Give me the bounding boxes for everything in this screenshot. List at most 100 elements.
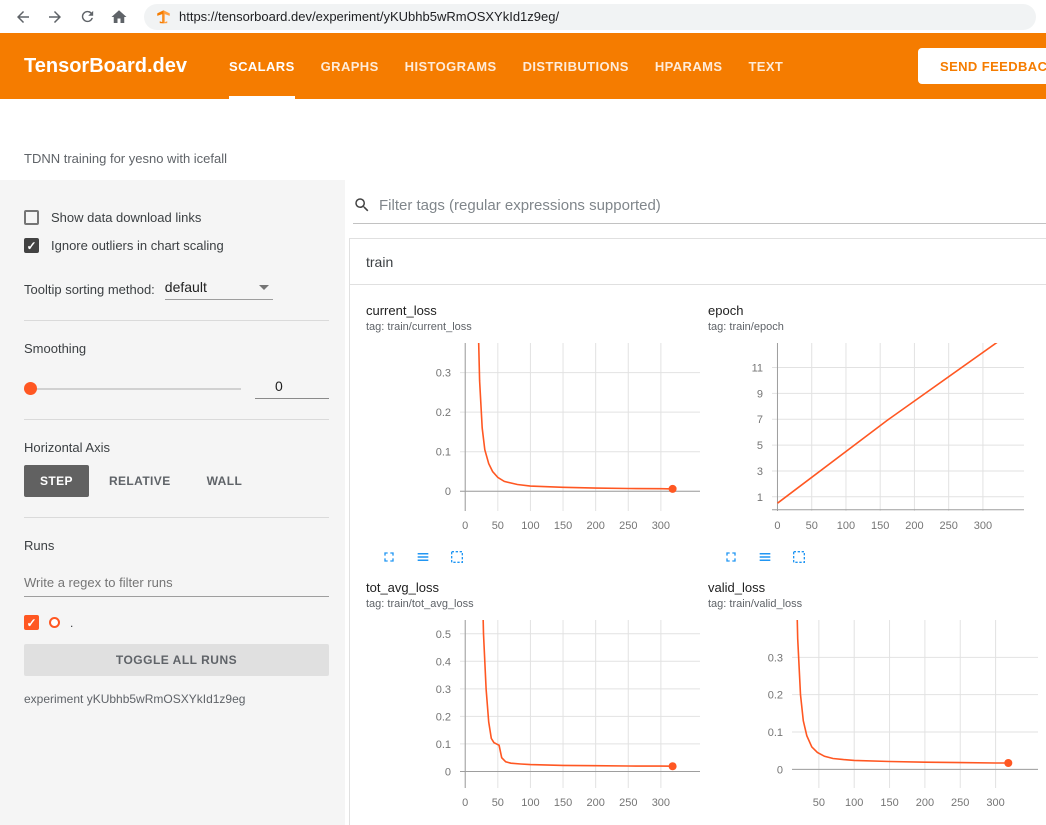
divider xyxy=(24,517,329,518)
svg-text:300: 300 xyxy=(974,520,992,532)
train-section-card: train current_losstag: train/current_los… xyxy=(349,238,1046,825)
svg-text:100: 100 xyxy=(845,797,863,809)
smoothing-label: Smoothing xyxy=(24,341,329,356)
line-chart[interactable]: 5010015020025030000.10.20.3 xyxy=(708,616,1046,814)
fit-domain-icon[interactable] xyxy=(448,548,466,566)
line-chart[interactable]: 05010015020025030000.10.20.3 xyxy=(366,339,706,537)
charts-grid: current_losstag: train/current_loss05010… xyxy=(350,285,1046,825)
svg-text:0.2: 0.2 xyxy=(436,711,451,723)
chart-actions xyxy=(708,548,1046,566)
reload-icon[interactable] xyxy=(74,4,100,30)
svg-text:0.3: 0.3 xyxy=(768,652,783,664)
svg-text:0: 0 xyxy=(774,520,780,532)
smoothing-slider[interactable] xyxy=(24,382,241,396)
tensorboard-header: TensorBoard.dev SCALARSGRAPHSHISTOGRAMSD… xyxy=(0,33,1046,99)
axis-button-step[interactable]: STEP xyxy=(24,465,89,497)
url-text: https://tensorboard.dev/experiment/yKUbh… xyxy=(179,9,559,24)
svg-text:50: 50 xyxy=(492,797,504,809)
show-download-links-checkbox[interactable]: Show data download links xyxy=(24,210,329,225)
svg-text:150: 150 xyxy=(871,520,889,532)
tab-graphs[interactable]: GRAPHS xyxy=(321,33,379,99)
tooltip-sorting-dropdown[interactable]: default xyxy=(165,279,273,300)
chart-title: current_loss xyxy=(366,303,708,318)
svg-text:100: 100 xyxy=(521,797,539,809)
run-selector-icon[interactable] xyxy=(414,548,432,566)
chart-card-epoch: epochtag: train/epoch0501001502002503001… xyxy=(708,303,1046,566)
run-checkbox-checked-icon[interactable] xyxy=(24,615,39,630)
tab-scalars[interactable]: SCALARS xyxy=(229,33,295,99)
back-icon[interactable] xyxy=(10,4,36,30)
chart-card-current_loss: current_losstag: train/current_loss05010… xyxy=(366,303,708,566)
runs-filter-input[interactable] xyxy=(24,569,329,597)
tensorboard-favicon-icon xyxy=(156,9,171,24)
chart-card-tot_avg_loss: tot_avg_losstag: train/tot_avg_loss05010… xyxy=(366,580,708,825)
svg-text:200: 200 xyxy=(905,520,923,532)
svg-text:7: 7 xyxy=(757,414,763,426)
svg-text:0.3: 0.3 xyxy=(436,368,451,380)
dropdown-value: default xyxy=(165,279,207,295)
line-chart[interactable]: 0501001502002503001357911 xyxy=(708,339,1046,537)
tab-text[interactable]: TEXT xyxy=(748,33,783,99)
settings-sidebar: Show data download links Ignore outliers… xyxy=(0,180,345,825)
svg-text:300: 300 xyxy=(652,797,670,809)
svg-text:150: 150 xyxy=(554,797,572,809)
send-feedback-button[interactable]: SEND FEEDBACK xyxy=(918,48,1046,84)
forward-icon[interactable] xyxy=(42,4,68,30)
tooltip-sorting-label: Tooltip sorting method: xyxy=(24,282,155,297)
expand-chart-icon[interactable] xyxy=(380,548,398,566)
tab-histograms[interactable]: HISTOGRAMS xyxy=(405,33,497,99)
svg-text:1: 1 xyxy=(757,492,763,504)
nav-tabs: SCALARS GRAPHS HISTOGRAMS DISTRIBUTIONS HPAR… xyxy=(229,33,783,99)
content-row: Show data download links Ignore outliers… xyxy=(0,180,1046,825)
line-chart[interactable]: 05010015020025030000.10.20.30.40.5 xyxy=(366,616,706,814)
tab-distributions[interactable]: DISTRIBUTIONS xyxy=(523,33,629,99)
svg-text:5: 5 xyxy=(757,440,763,452)
ignore-outliers-checkbox[interactable]: Ignore outliers in chart scaling xyxy=(24,238,329,253)
svg-text:50: 50 xyxy=(813,797,825,809)
svg-text:50: 50 xyxy=(492,520,504,532)
axis-button-wall[interactable]: WALL xyxy=(191,465,259,497)
search-icon xyxy=(353,196,371,214)
divider xyxy=(24,320,329,321)
svg-text:0: 0 xyxy=(462,797,468,809)
svg-text:0.1: 0.1 xyxy=(768,727,783,739)
filter-tags-row xyxy=(353,196,1046,224)
svg-text:0.1: 0.1 xyxy=(436,447,451,459)
svg-text:300: 300 xyxy=(986,797,1004,809)
svg-text:3: 3 xyxy=(757,466,763,478)
svg-text:200: 200 xyxy=(586,797,604,809)
section-header[interactable]: train xyxy=(350,239,1046,285)
axis-button-relative[interactable]: RELATIVE xyxy=(93,465,187,497)
run-item[interactable]: . xyxy=(24,615,329,630)
checkbox-label: Ignore outliers in chart scaling xyxy=(51,238,224,253)
svg-text:250: 250 xyxy=(939,520,957,532)
chart-title: valid_loss xyxy=(708,580,1046,595)
run-selector-icon[interactable] xyxy=(756,548,774,566)
smoothing-value[interactable]: 0 xyxy=(255,378,329,399)
chart-tag: tag: train/valid_loss xyxy=(708,598,1046,610)
toggle-all-runs-button[interactable]: TOGGLE ALL RUNS xyxy=(24,644,329,676)
slider-thumb[interactable] xyxy=(24,382,37,395)
expand-chart-icon[interactable] xyxy=(722,548,740,566)
filter-tags-input[interactable] xyxy=(379,197,1046,214)
checkbox-unchecked-icon xyxy=(24,210,39,225)
chart-tag: tag: train/tot_avg_loss xyxy=(366,598,708,610)
svg-text:11: 11 xyxy=(752,363,763,375)
run-color-circle-icon xyxy=(49,617,60,628)
tab-hparams[interactable]: HPARAMS xyxy=(655,33,723,99)
svg-text:0.2: 0.2 xyxy=(436,407,451,419)
chevron-down-icon xyxy=(259,285,269,290)
fit-domain-icon[interactable] xyxy=(790,548,808,566)
chart-actions xyxy=(366,548,708,566)
address-bar[interactable]: https://tensorboard.dev/experiment/yKUbh… xyxy=(144,4,1036,30)
tooltip-sorting-row: Tooltip sorting method: default xyxy=(24,279,329,300)
experiment-description: TDNN training for yesno with icefall xyxy=(24,151,227,166)
checkbox-label: Show data download links xyxy=(51,210,201,225)
runs-label: Runs xyxy=(24,538,329,553)
home-icon[interactable] xyxy=(106,4,132,30)
chart-title: epoch xyxy=(708,303,1046,318)
svg-text:0: 0 xyxy=(777,764,783,776)
run-name: . xyxy=(70,616,73,630)
experiment-name: experiment yKUbhb5wRmOSXYkId1z9eg xyxy=(24,692,329,706)
svg-text:150: 150 xyxy=(880,797,898,809)
